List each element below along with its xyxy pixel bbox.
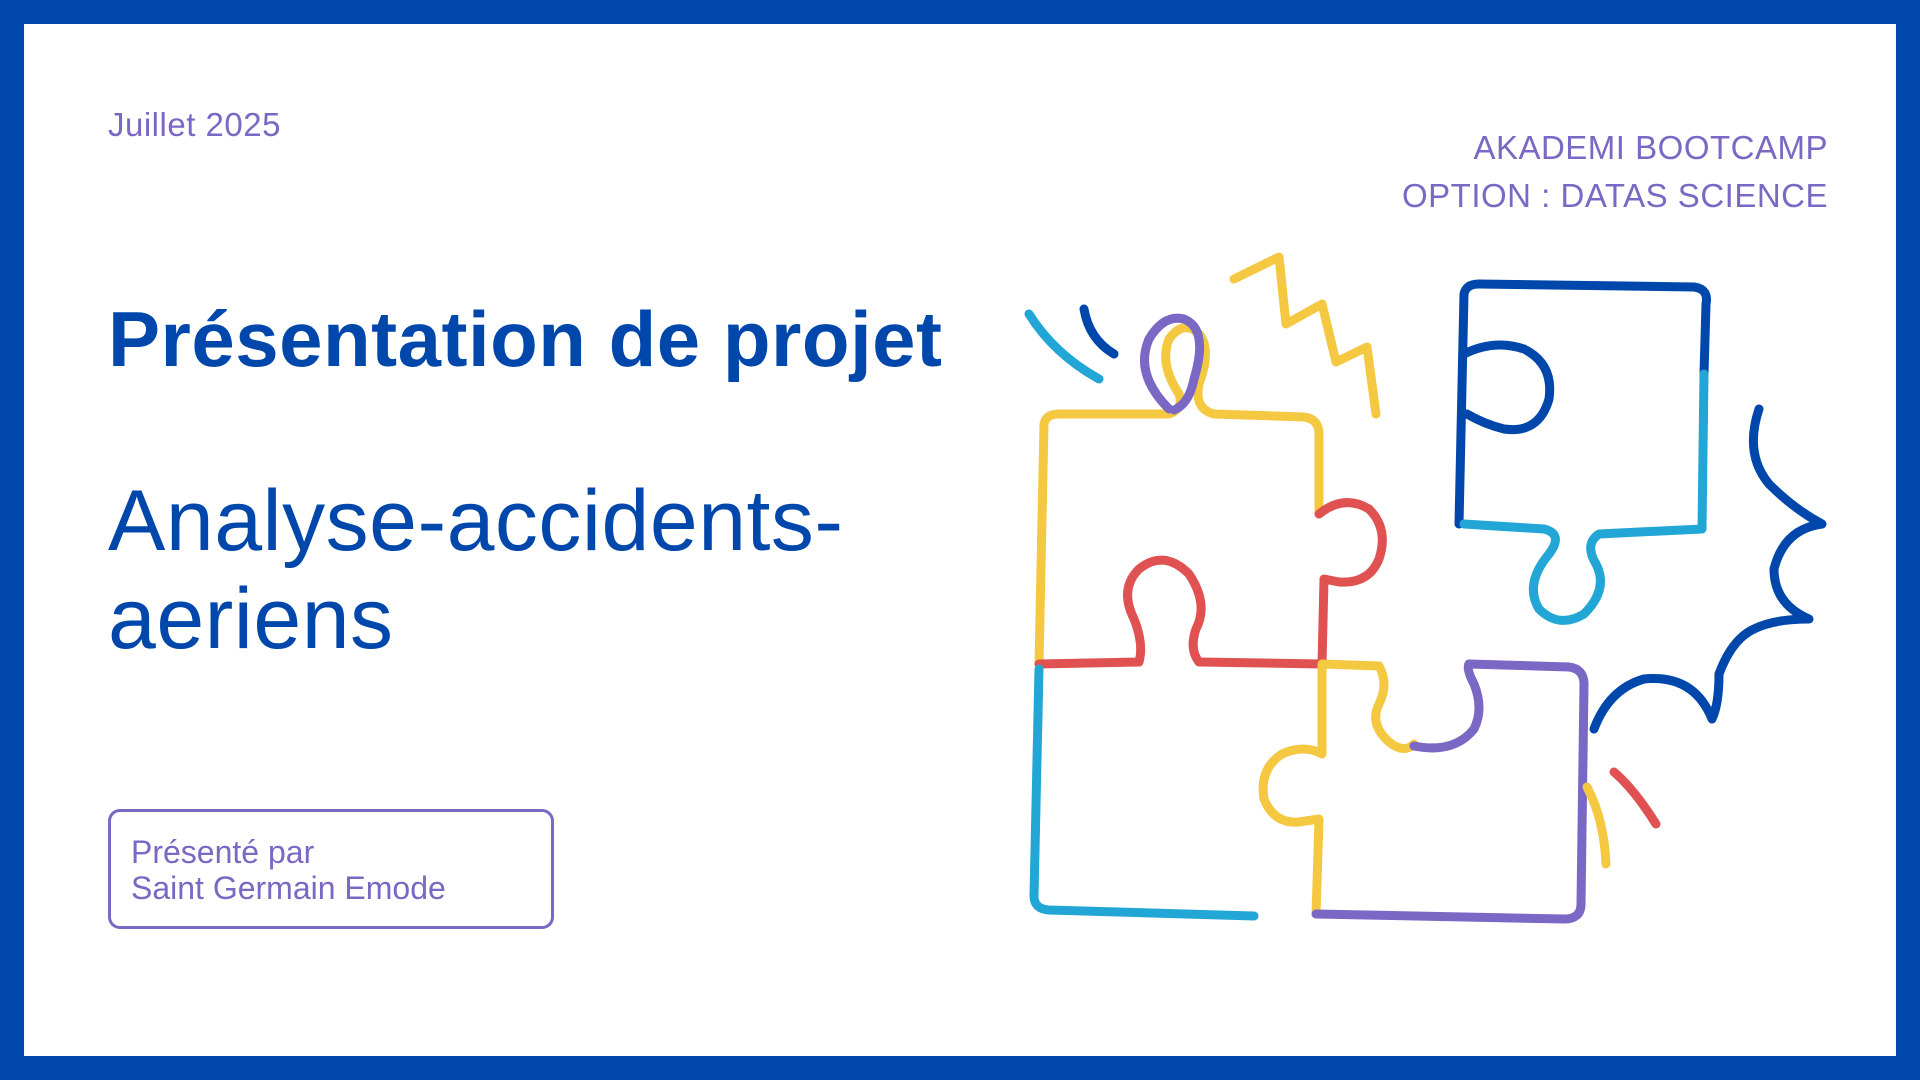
puzzle-piece-purple-bottom (1311, 659, 1589, 924)
puzzle-piece-yellow-bottom (1258, 659, 1419, 919)
puzzle-piece-yellow-top (1034, 323, 1324, 669)
puzzle-piece-cyan-top (1459, 369, 1709, 625)
puzzle-piece-cyan-bottom (1029, 664, 1259, 921)
slide-title: Présentation de projet (108, 295, 943, 383)
date-label: Juillet 2025 (108, 106, 281, 143)
project-name: Analyse-accidents-aeriens (108, 473, 844, 667)
presenter-label: Présenté par (131, 834, 315, 870)
decor-navy-burst (1589, 404, 1827, 734)
decor-red-dash (1609, 767, 1661, 829)
decor-yellow-dash (1582, 782, 1611, 869)
presenter-name: Saint Germain Emode (131, 870, 446, 906)
slide: Juillet 2025 AKADEMI BOOTCAMP OPTION : D… (0, 0, 1920, 1080)
org-name: AKADEMI BOOTCAMP (1473, 129, 1828, 166)
puzzle-piece-navy-top (1454, 279, 1711, 529)
organization-block: AKADEMI BOOTCAMP OPTION : DATAS SCIENCE (1402, 124, 1828, 220)
org-option: OPTION : DATAS SCIENCE (1402, 177, 1828, 214)
decor-yellow-zigzag (1229, 252, 1381, 419)
decor-navy-arc (1079, 304, 1119, 359)
puzzle-pieces-illustration (1024, 252, 1827, 924)
puzzle-piece-red-knob (1034, 498, 1387, 669)
presenter-box: Présenté par Saint Germain Emode (108, 809, 554, 929)
